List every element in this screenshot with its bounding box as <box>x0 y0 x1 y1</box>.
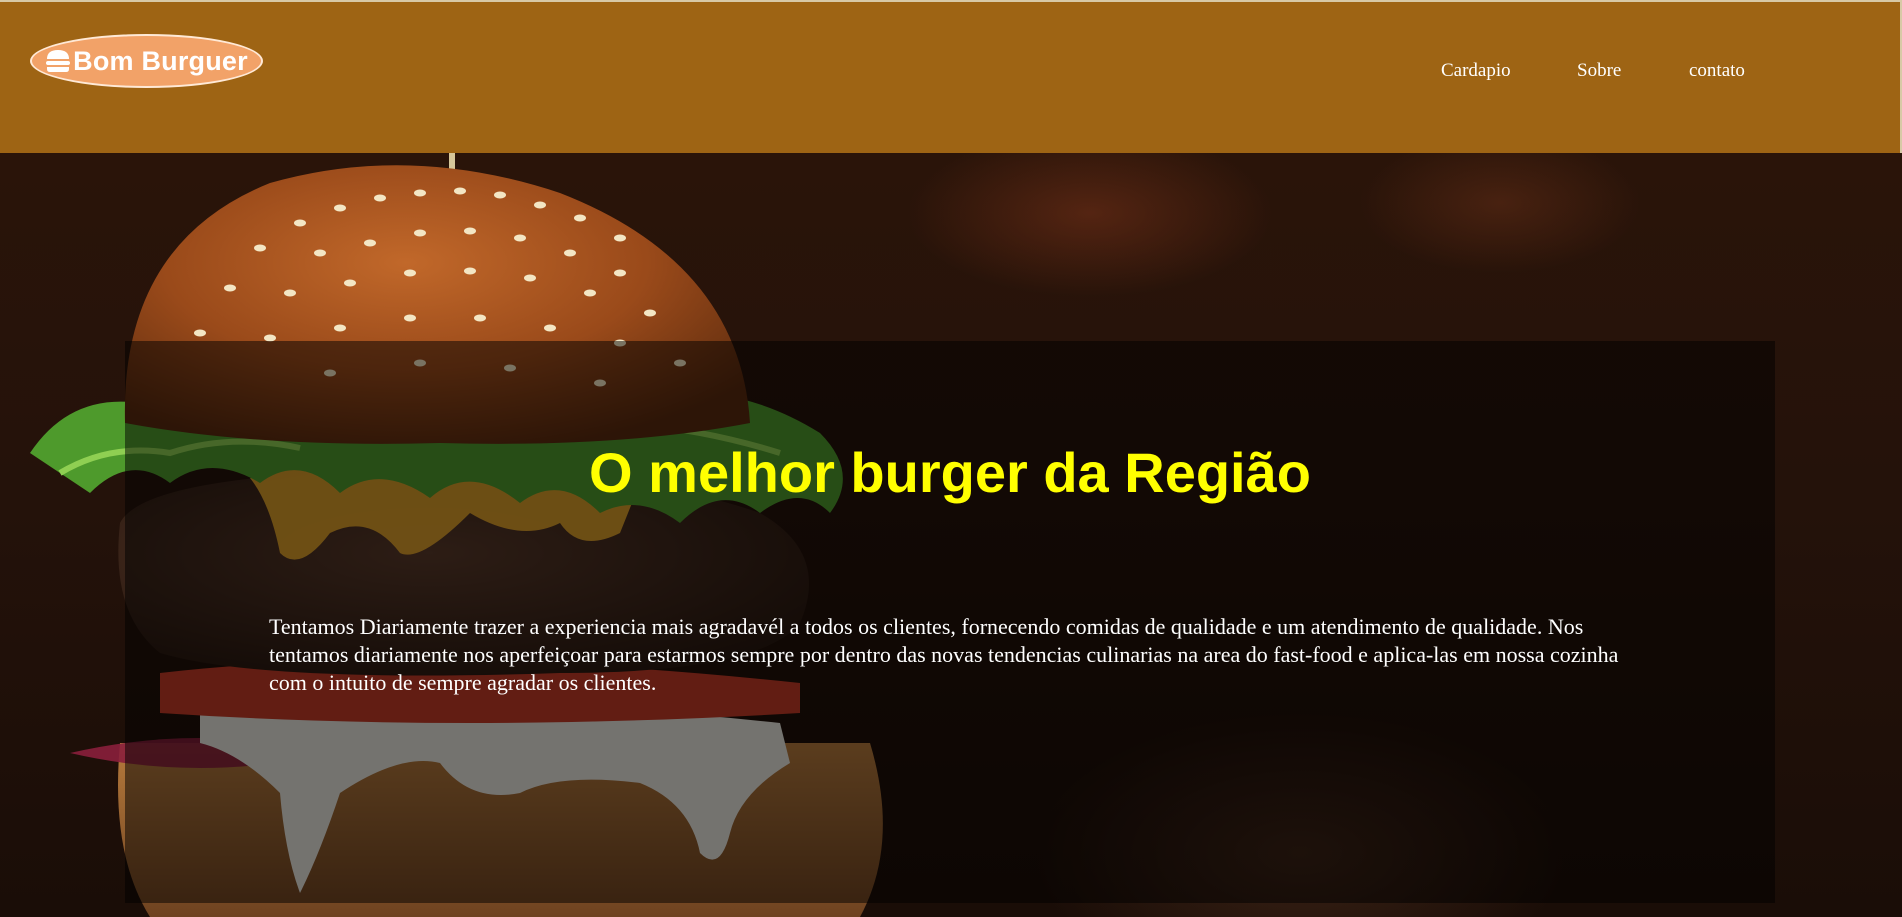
brand-name: Bom Burguer <box>73 45 248 76</box>
site-header: Bom Burguer Cardapio Sobre contato <box>0 0 1902 153</box>
main-nav: Cardapio Sobre contato <box>1200 60 1900 86</box>
nav-link-sobre[interactable]: Sobre <box>1577 60 1621 82</box>
hero-section: O melhor burger da Região Tentamos Diari… <box>0 153 1902 917</box>
burger-icon <box>46 50 71 72</box>
nav-link-cardapio[interactable]: Cardapio <box>1441 60 1511 82</box>
hero-description: Tentamos Diariamente trazer a experienci… <box>269 614 1619 695</box>
brand-logo[interactable]: Bom Burguer <box>30 34 263 88</box>
nav-link-contato[interactable]: contato <box>1689 60 1745 82</box>
hero-title: O melhor burger da Região <box>589 441 1311 504</box>
hero-overlay: O melhor burger da Região Tentamos Diari… <box>125 341 1775 903</box>
